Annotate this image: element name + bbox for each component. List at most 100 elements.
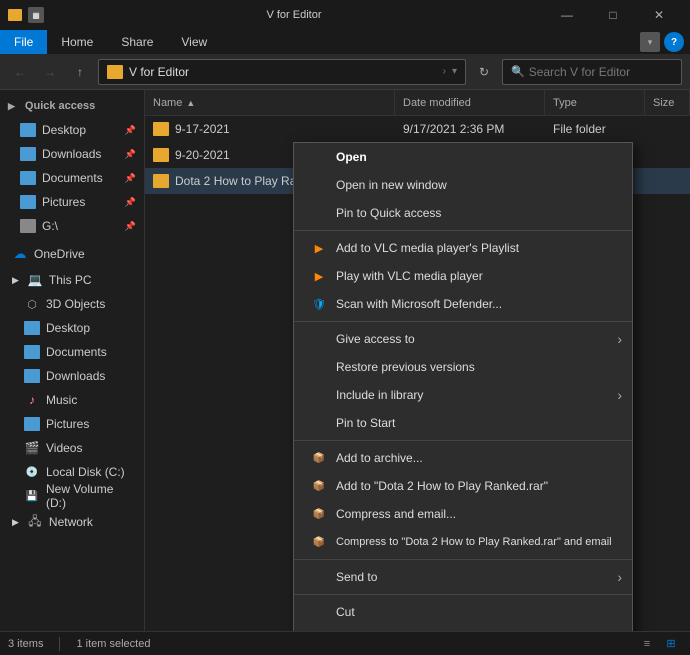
ribbon-spacer (221, 30, 634, 54)
search-placeholder: Search V for Editor (529, 65, 630, 79)
maximize-button[interactable]: □ (590, 0, 636, 30)
ctx-play-vlc[interactable]: ▶ Play with VLC media player (294, 262, 632, 290)
sidebar-videos-label: Videos (46, 441, 82, 455)
file-header: Name ▲ Date modified Type Size (145, 90, 690, 116)
sidebar-item-new-volume[interactable]: 💾 New Volume (D:) (0, 484, 144, 508)
details-view-button[interactable]: ≡ (636, 635, 658, 653)
pictures-icon (20, 195, 36, 209)
sidebar-item-pictures[interactable]: Pictures 📌 (0, 190, 144, 214)
ctx-cut[interactable]: Cut (294, 598, 632, 626)
ctx-include-library[interactable]: Include in library (294, 381, 632, 409)
table-row[interactable]: 9-17-2021 9/17/2021 2:36 PM File folder (145, 116, 690, 142)
sidebar-item-thispc[interactable]: ▶ 💻 This PC (0, 268, 144, 292)
close-button[interactable]: ✕ (636, 0, 682, 30)
tab-file[interactable]: File (0, 30, 47, 54)
ctx-send-to[interactable]: Send to (294, 563, 632, 591)
file-name-2: 9-20-2021 (175, 148, 230, 162)
ctx-pin-quick[interactable]: Pin to Quick access (294, 199, 632, 227)
tab-home[interactable]: Home (47, 30, 107, 54)
ctx-copy[interactable]: Copy (294, 626, 632, 631)
stack-icon: ▦ (28, 7, 44, 23)
ribbon-right: ▾ ? (634, 30, 690, 54)
forward-button[interactable]: → (38, 60, 62, 84)
sidebar-item-desktop[interactable]: Desktop 📌 (0, 118, 144, 142)
ctx-pin-start[interactable]: Pin to Start (294, 409, 632, 437)
sidebar-item-videos[interactable]: 🎬 Videos (0, 436, 144, 460)
sidebar-quick-access-header[interactable]: ▶ Quick access (0, 94, 144, 118)
ctx-scan-label: Scan with Microsoft Defender... (336, 297, 502, 311)
ctx-give-access[interactable]: Give access to (294, 325, 632, 353)
address-box[interactable]: V for Editor › ▾ (98, 59, 466, 85)
ribbon-expand-icon[interactable]: ▾ (640, 32, 660, 52)
tab-view[interactable]: View (167, 30, 221, 54)
sidebar-onedrive-label: OneDrive (34, 247, 85, 261)
ctx-sep-3 (294, 440, 632, 441)
ctx-open-new-label: Open in new window (336, 178, 447, 192)
sidebar-documents2-label: Documents (46, 345, 107, 359)
desktop-icon (20, 123, 36, 137)
search-box[interactable]: 🔍 Search V for Editor (502, 59, 682, 85)
col-name[interactable]: Name ▲ (145, 90, 395, 115)
file-date-1: 9/17/2021 2:36 PM (395, 116, 545, 142)
sidebar-item-music[interactable]: ♪ Music (0, 388, 144, 412)
ctx-library-label: Include in library (336, 388, 423, 402)
ctx-open-new-window[interactable]: Open in new window (294, 171, 632, 199)
ctx-compress-rar-icon: 📦 (310, 537, 328, 548)
address-folder-icon (107, 65, 123, 79)
sidebar-item-documents2[interactable]: Documents (0, 340, 144, 364)
sidebar-item-desktop2[interactable]: Desktop (0, 316, 144, 340)
ctx-archive-icon: 📦 (310, 453, 328, 464)
ctx-restore-versions[interactable]: Restore previous versions (294, 353, 632, 381)
ctx-compress-email-rar[interactable]: 📦 Compress to "Dota 2 How to Play Ranked… (294, 528, 632, 556)
ctx-play-vlc-label: Play with VLC media player (336, 269, 483, 283)
ctx-restore-label: Restore previous versions (336, 360, 475, 374)
ctx-add-archive[interactable]: 📦 Add to archive... (294, 444, 632, 472)
expand-icon: ▶ (8, 101, 15, 112)
ctx-compress-rar-label: Compress to "Dota 2 How to Play Ranked.r… (336, 536, 612, 548)
sidebar-item-documents[interactable]: Documents 📌 (0, 166, 144, 190)
3dobjects-icon: ⬡ (24, 296, 40, 312)
sidebar-item-local-disk[interactable]: 💿 Local Disk (C:) (0, 460, 144, 484)
minimize-button[interactable]: — (544, 0, 590, 30)
main-content: ▶ Quick access Desktop 📌 Downloads 📌 Doc… (0, 90, 690, 631)
sidebar-downloads2-label: Downloads (46, 369, 105, 383)
ribbon-help-icon[interactable]: ? (664, 32, 684, 52)
refresh-button[interactable]: ↻ (472, 60, 496, 84)
expand-icon-3: ▶ (12, 517, 19, 528)
ctx-add-vlc-playlist[interactable]: ▶ Add to VLC media player's Playlist (294, 234, 632, 262)
tab-share[interactable]: Share (107, 30, 167, 54)
sidebar-item-onedrive[interactable]: ☁ OneDrive (0, 242, 144, 266)
address-dropdown-icon[interactable]: ▾ (452, 66, 457, 77)
ctx-sep-5 (294, 594, 632, 595)
pin-icon: 📌 (125, 125, 136, 136)
ctx-rar-icon: 📦 (310, 481, 328, 492)
sidebar-documents-label: Documents (42, 171, 103, 185)
sidebar-item-downloads2[interactable]: Downloads (0, 364, 144, 388)
ctx-scan-defender[interactable]: 🛡 Scan with Microsoft Defender... (294, 290, 632, 318)
ctx-shield-icon: 🛡 (310, 298, 328, 311)
col-date[interactable]: Date modified (395, 90, 545, 115)
sidebar-item-g-drive[interactable]: G:\ 📌 (0, 214, 144, 238)
ctx-open[interactable]: Open (294, 143, 632, 171)
col-type[interactable]: Type (545, 90, 645, 115)
g-drive-icon (20, 219, 36, 233)
file-size-1 (645, 116, 690, 142)
ctx-compress-label: Compress and email... (336, 507, 456, 521)
ctx-sep-4 (294, 559, 632, 560)
sort-arrow: ▲ (186, 98, 195, 108)
sidebar-item-downloads[interactable]: Downloads 📌 (0, 142, 144, 166)
up-button[interactable]: ↑ (68, 60, 92, 84)
sidebar: ▶ Quick access Desktop 📌 Downloads 📌 Doc… (0, 90, 145, 631)
sidebar-item-network[interactable]: ▶ 🖧 Network (0, 510, 144, 534)
ctx-compress-email[interactable]: 📦 Compress and email... (294, 500, 632, 528)
title-bar-controls[interactable]: — □ ✕ (544, 0, 682, 30)
downloads-icon (20, 147, 36, 161)
sidebar-item-pictures2[interactable]: Pictures (0, 412, 144, 436)
sidebar-item-3dobjects[interactable]: ⬡ 3D Objects (0, 292, 144, 316)
back-button[interactable]: ← (8, 60, 32, 84)
status-view-buttons: ≡ ⊞ (636, 635, 682, 653)
grid-view-button[interactable]: ⊞ (660, 635, 682, 653)
col-size[interactable]: Size (645, 90, 690, 115)
sidebar-downloads-label: Downloads (42, 147, 101, 161)
ctx-add-rar[interactable]: 📦 Add to "Dota 2 How to Play Ranked.rar" (294, 472, 632, 500)
